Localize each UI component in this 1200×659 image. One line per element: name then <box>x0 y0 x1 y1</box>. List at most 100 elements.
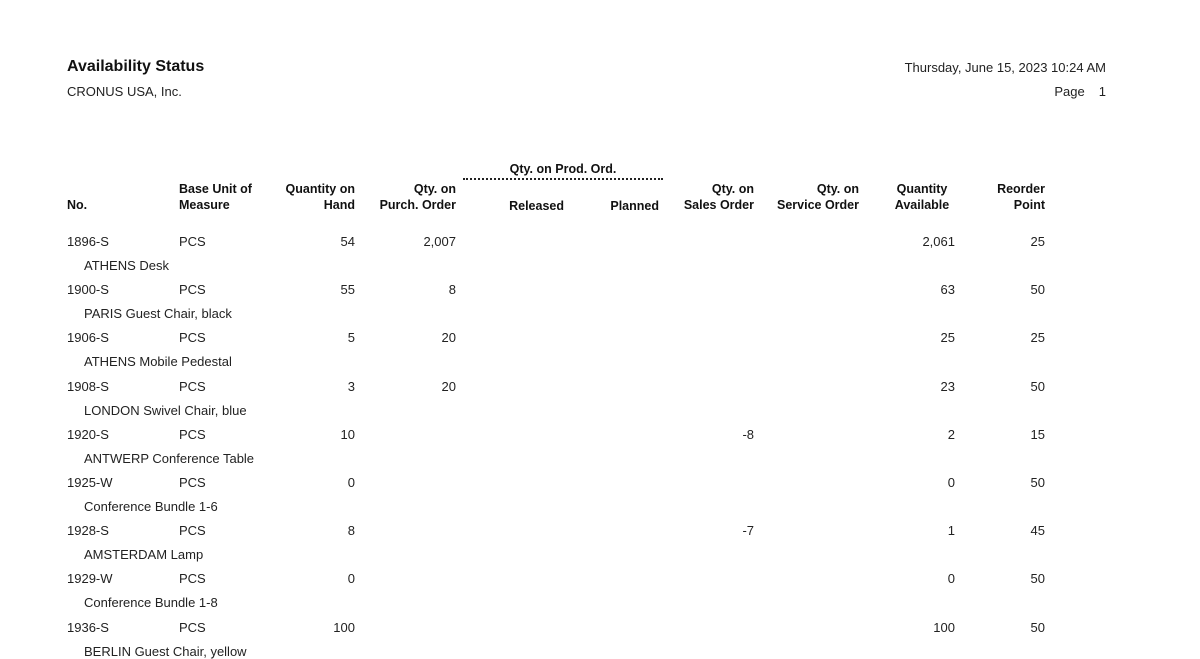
col-qty-purch-order: Qty. on Purch. Order <box>380 181 456 213</box>
item-reorder-point: 25 <box>1030 234 1045 249</box>
item-description: ATHENS Mobile Pedestal <box>84 354 232 369</box>
item-reorder-point: 50 <box>1030 571 1045 586</box>
item-description: BERLIN Guest Chair, yellow <box>84 644 247 659</box>
item-qty-on-hand: 54 <box>340 234 355 249</box>
col-qty-available-line1: Quantity <box>896 182 948 196</box>
col-qty-on-hand: Quantity on Hand <box>286 181 355 213</box>
table-row: 1906-S PCS 5 20 25 25 <box>0 330 1200 354</box>
item-reorder-point: 25 <box>1030 330 1045 345</box>
col-base-unit-line2: Measure <box>179 198 230 212</box>
item-qty-available: 2 <box>947 427 955 442</box>
item-qty-available: 25 <box>940 330 955 345</box>
item-no: 1896-S <box>67 234 109 249</box>
item-qty-on-hand: 55 <box>340 282 355 297</box>
report-datetime: Thursday, June 15, 2023 10:24 AM <box>904 60 1106 75</box>
table-row: 1936-S PCS 100 100 50 <box>0 620 1200 644</box>
report-title: Availability Status <box>67 58 205 75</box>
item-no: 1908-S <box>67 379 109 394</box>
item-qty-purch-order: 2,007 <box>423 234 456 249</box>
item-reorder-point: 50 <box>1030 282 1045 297</box>
item-uom: PCS <box>179 475 206 490</box>
table-row: 1920-S PCS 10 -8 2 15 <box>0 427 1200 451</box>
table-row: 1925-W PCS 0 0 50 <box>0 475 1200 499</box>
col-qty-on-hand-line2: Hand <box>323 198 355 212</box>
item-qty-available: 0 <box>947 475 955 490</box>
col-qty-service-order: Qty. on Service Order <box>777 181 859 213</box>
item-qty-sales-order: -7 <box>742 523 754 538</box>
item-qty-available: 23 <box>940 379 955 394</box>
group-divider <box>463 178 663 180</box>
col-reorder-point: Reorder Point <box>997 181 1045 213</box>
item-uom: PCS <box>179 234 206 249</box>
item-qty-on-hand: 10 <box>340 427 355 442</box>
item-no: 1936-S <box>67 620 109 635</box>
item-no: 1906-S <box>67 330 109 345</box>
item-reorder-point: 50 <box>1030 379 1045 394</box>
col-released: Released <box>509 199 564 213</box>
item-description: AMSTERDAM Lamp <box>84 547 204 562</box>
item-qty-on-hand: 5 <box>347 330 355 345</box>
col-no: No. <box>67 198 88 212</box>
item-qty-purch-order: 8 <box>448 282 456 297</box>
item-uom: PCS <box>179 379 206 394</box>
table-row: 1929-W PCS 0 0 50 <box>0 571 1200 595</box>
col-qty-purch-line2: Purch. Order <box>379 198 456 212</box>
item-no: 1920-S <box>67 427 109 442</box>
item-uom: PCS <box>179 427 206 442</box>
item-description: ATHENS Desk <box>84 258 169 273</box>
item-uom: PCS <box>179 523 206 538</box>
item-uom: PCS <box>179 330 206 345</box>
col-qty-purch-line1: Qty. on <box>413 182 456 196</box>
table-row: 1896-S PCS 54 2,007 2,061 25 <box>0 234 1200 258</box>
col-base-unit: Base Unit of Measure <box>179 181 252 213</box>
item-qty-on-hand: 3 <box>347 379 355 394</box>
item-qty-available: 63 <box>940 282 955 297</box>
table-row: 1900-S PCS 55 8 63 50 <box>0 282 1200 306</box>
item-no: 1929-W <box>67 571 113 586</box>
item-qty-purch-order: 20 <box>441 330 456 345</box>
col-qty-service-line1: Qty. on <box>816 182 859 196</box>
item-no: 1925-W <box>67 475 113 490</box>
col-reorder-line1: Reorder <box>997 182 1045 196</box>
col-qty-service-line2: Service Order <box>777 198 859 212</box>
item-reorder-point: 50 <box>1030 620 1045 635</box>
item-qty-available: 2,061 <box>922 234 955 249</box>
item-qty-purch-order: 20 <box>441 379 456 394</box>
item-description: Conference Bundle 1-8 <box>84 595 218 610</box>
col-qty-on-hand-line1: Quantity on <box>285 182 355 196</box>
item-uom: PCS <box>179 620 206 635</box>
col-qty-sales-order: Qty. on Sales Order <box>684 181 754 213</box>
table-row: 1908-S PCS 3 20 23 50 <box>0 379 1200 403</box>
table-row: 1928-S PCS 8 -7 1 45 <box>0 523 1200 547</box>
item-description: ANTWERP Conference Table <box>84 451 255 466</box>
col-qty-available-line2: Available <box>894 198 950 212</box>
item-description: Conference Bundle 1-6 <box>84 499 218 514</box>
col-base-unit-line1: Base Unit of <box>179 182 252 196</box>
item-qty-on-hand: 8 <box>347 523 355 538</box>
col-qty-sales-line1: Qty. on <box>711 182 754 196</box>
page-info: Page 1 <box>1054 84 1106 99</box>
item-uom: PCS <box>179 282 206 297</box>
col-reorder-line2: Point <box>1013 198 1045 212</box>
item-uom: PCS <box>179 571 206 586</box>
item-qty-on-hand: 100 <box>333 620 355 635</box>
company-name: CRONUS USA, Inc. <box>67 84 182 99</box>
col-qty-sales-line2: Sales Order <box>683 198 754 212</box>
page-label: Page <box>1054 84 1085 99</box>
col-planned: Planned <box>610 199 659 213</box>
item-description: PARIS Guest Chair, black <box>84 306 232 321</box>
col-group-prod-order: Qty. on Prod. Ord. <box>509 162 617 176</box>
item-qty-available: 100 <box>933 620 955 635</box>
col-qty-available: Quantity Available <box>888 181 956 213</box>
item-qty-available: 1 <box>947 523 955 538</box>
item-reorder-point: 50 <box>1030 475 1045 490</box>
page-number: 1 <box>1098 84 1106 99</box>
item-qty-available: 0 <box>947 571 955 586</box>
item-reorder-point: 15 <box>1030 427 1045 442</box>
item-qty-on-hand: 0 <box>347 571 355 586</box>
item-no: 1900-S <box>67 282 109 297</box>
item-description: LONDON Swivel Chair, blue <box>84 403 247 418</box>
item-no: 1928-S <box>67 523 109 538</box>
item-qty-on-hand: 0 <box>347 475 355 490</box>
item-qty-sales-order: -8 <box>742 427 754 442</box>
